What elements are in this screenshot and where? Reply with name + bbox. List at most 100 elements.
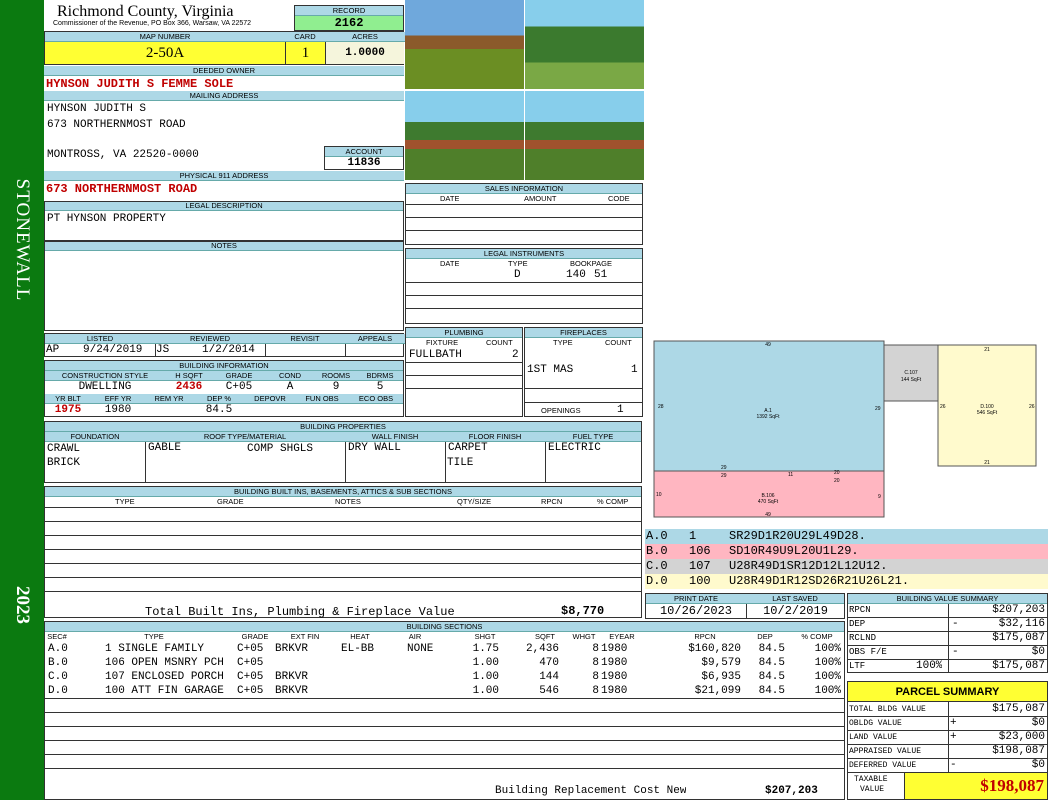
building-sections-label: BUILDING SECTIONS <box>45 622 844 632</box>
construction-style: DWELLING <box>78 381 132 393</box>
fireplaces-box: FIREPLACES TYPE COUNT 1ST MAS 1 OPENINGS… <box>524 327 643 417</box>
dim-d-right: 26 <box>1029 404 1035 410</box>
section-cell-11: 84.5 <box>758 685 785 697</box>
fireplace-count: 1 <box>631 364 638 376</box>
li-page: 51 <box>594 269 608 281</box>
account-label: ACCOUNT <box>325 147 403 157</box>
sketch-code-number: 107 <box>689 559 711 573</box>
mailing-line-2: 673 NORTHERNMOST ROAD <box>47 119 186 131</box>
account-box: ACCOUNT 11836 <box>324 146 404 170</box>
property-photo-2 <box>525 0 644 89</box>
fixture-header: FIXTURE <box>426 338 459 347</box>
building-value-summary: BUILDING VALUE SUMMARY RPCN $207,203 DEP… <box>847 593 1048 673</box>
bdrms-value: 5 <box>376 381 384 393</box>
listed-date: 9/24/2019 <box>83 344 143 356</box>
floor-header: FLOOR FINISH <box>445 432 545 442</box>
map-number-label: MAP NUMBER <box>45 32 285 42</box>
cond-header: COND <box>265 371 315 381</box>
section-cell-10: $160,820 <box>688 643 741 655</box>
card-number: 1 <box>285 42 325 64</box>
reviewed-by: JS <box>155 344 170 356</box>
section-cell-8: 8 <box>592 643 599 655</box>
section-header-9: EYEAR <box>609 632 635 641</box>
brcn-value: $207,203 <box>765 785 818 797</box>
brcn-label: Building Replacement Cost New <box>495 785 687 797</box>
table-row: B.0 106 OPEN MSNRY PCH C+05 1.00 470 8 1980 $9,… <box>45 656 844 670</box>
section-cell-10: $6,935 <box>701 671 741 683</box>
dep-percent: 84.5 <box>205 404 233 416</box>
section-cell-12: 100% <box>814 685 841 697</box>
section-cell-3: BRKVR <box>275 685 309 697</box>
section-cell-9: 1980 <box>601 643 628 655</box>
section-cell-1: 107 ENCLOSED PORCH <box>105 671 224 683</box>
obldg-value: $0 <box>1031 717 1045 729</box>
built-ins-box: BUILDING BUILT INS, BASEMENTS, ATTICS & … <box>44 486 642 619</box>
section-cell-6: 1.00 <box>472 671 499 683</box>
sketch-code-string: U28R49D1R12SD26R21U26L21. <box>729 574 910 588</box>
li-bookpage-header: BOOKPAGE <box>570 259 612 268</box>
district-sidebar <box>0 0 44 800</box>
bvs-label: BUILDING VALUE SUMMARY <box>848 594 1047 604</box>
section-cell-12: 100% <box>814 671 841 683</box>
card-label: CARD <box>285 32 325 42</box>
dim-top: 49 <box>765 342 771 348</box>
section-cell-7: 546 <box>539 685 559 697</box>
bi-notes-header: NOTES <box>335 497 361 506</box>
section-header-6: SHGT <box>474 632 496 641</box>
building-info-label: BUILDING INFORMATION <box>45 361 403 371</box>
li-date-header: DATE <box>440 259 460 268</box>
bvs-rclnd-label: RCLND <box>849 633 877 643</box>
dim-ten: 10 <box>656 492 662 498</box>
section-cell-10: $9,579 <box>701 657 741 669</box>
mailing-line-3: MONTROSS, VA 22520-0000 <box>47 149 199 161</box>
section-cell-10: $21,099 <box>694 685 741 697</box>
sales-label: SALES INFORMATION <box>406 184 642 194</box>
section-cell-2: C+05 <box>237 685 264 697</box>
sketch-codes: A.0 1 SR29D1R20U29L49D28. B.0 106 SD10R49U9L2… <box>645 529 1048 589</box>
revisit-label: REVISIT <box>265 334 345 344</box>
section-cell-7: 2,436 <box>525 643 559 655</box>
section-header-2: GRADE <box>241 632 269 641</box>
appraised-value: $198,087 <box>992 745 1045 757</box>
bvs-ltr-label: LTF <box>849 661 866 671</box>
map-card-acres: MAP NUMBER CARD ACRES 2-50A 1 1.0000 <box>44 31 405 65</box>
deferred-label: DEFERRED VALUE <box>849 761 917 770</box>
section-cell-7: 144 <box>539 671 559 683</box>
section-cell-1: 1 SINGLE FAMILY <box>105 643 205 655</box>
bvs-rclnd: $175,087 <box>992 632 1045 644</box>
legal-instruments-label: LEGAL INSTRUMENTS <box>406 249 642 259</box>
wall-finish: DRY WALL <box>345 442 401 482</box>
fireplace-type-header: TYPE <box>553 338 573 347</box>
section-cell-12: 100% <box>814 657 841 669</box>
sketch-code-number: 1 <box>689 529 697 543</box>
dates-box: PRINT DATE LAST SAVED 10/26/2023 10/2/20… <box>645 593 845 619</box>
openings-label: OPENINGS <box>541 406 581 415</box>
sketch-code-number: 106 <box>689 544 711 558</box>
bi-grade-header: GRADE <box>217 497 244 506</box>
sketch-code-row: D.0 100 U28R49D1R12SD26R21U26L21. <box>645 574 1048 589</box>
section-cell-11: 84.5 <box>758 643 785 655</box>
reviewed-label: REVIEWED <box>155 334 265 344</box>
section-cell-6: 1.75 <box>472 643 499 655</box>
total-bldg-label: TOTAL BLDG VALUE <box>849 705 926 714</box>
sketch-a-area: 1392 SqFt <box>756 414 780 420</box>
mailing-line-1: HYNSON JUDITH S <box>47 103 147 115</box>
obldg-sign: + <box>950 717 957 729</box>
sketch-code-row: A.0 1 SR29D1R20U29L49D28. <box>645 529 1048 544</box>
section-header-0: SEC# <box>47 632 67 641</box>
section-cell-12: 100% <box>814 643 841 655</box>
sketch-code-row: B.0 106 SD10R49U9L20U1L29. <box>645 544 1048 559</box>
mailing-address-label: MAILING ADDRESS <box>44 91 404 101</box>
section-cell-2: C+05 <box>237 657 264 669</box>
listed-label: LISTED <box>45 334 155 344</box>
record-box: RECORD 2162 <box>294 5 404 31</box>
dim-bottom: 49 <box>765 512 771 518</box>
section-cell-8: 8 <box>592 685 599 697</box>
dim-d-top: 21 <box>984 347 990 353</box>
sales-amount-header: AMOUNT <box>524 194 557 203</box>
district-name: STONEWALL <box>12 178 33 302</box>
section-cell-9: 1980 <box>601 671 628 683</box>
sales-date-header: DATE <box>440 194 460 203</box>
remyr-header: REM YR <box>145 394 193 404</box>
section-cell-0: B.0 <box>48 657 68 669</box>
